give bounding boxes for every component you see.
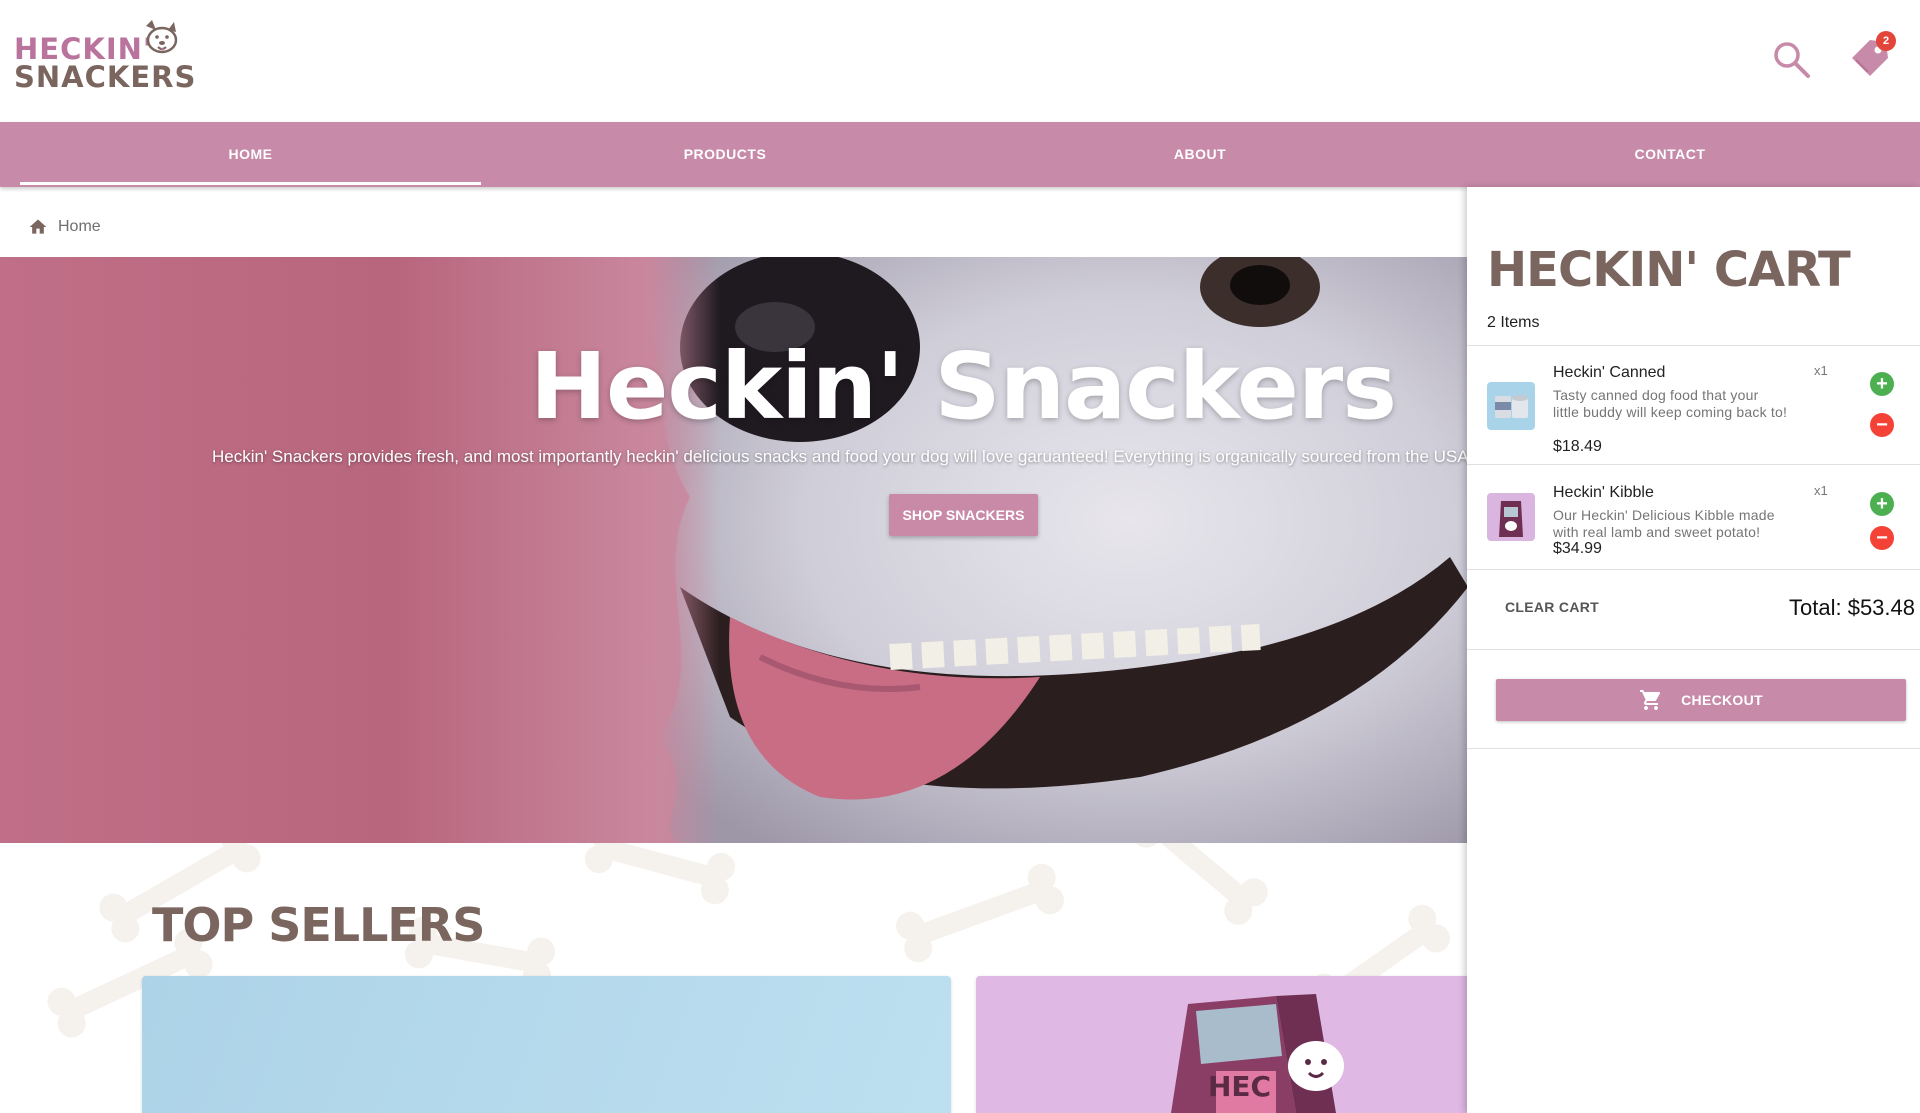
- hero-banner: Heckin' Snackers Heckin' Snackers provid…: [0, 257, 1468, 843]
- checkout-button[interactable]: CHECKOUT: [1496, 679, 1906, 721]
- divider: [1467, 649, 1920, 650]
- top-sellers-heading: TOP SELLERS: [152, 898, 485, 952]
- cart-item-name: Heckin' Canned: [1553, 364, 1666, 381]
- decrease-quantity-button[interactable]: −: [1870, 526, 1894, 550]
- cart-title: HECKIN' CART: [1487, 242, 1851, 298]
- breadcrumb: Home: [28, 214, 101, 240]
- cart-total: Total: $53.48: [1789, 595, 1915, 620]
- cart-item-price: $34.99: [1553, 540, 1602, 557]
- nav-item-about[interactable]: ABOUT: [970, 122, 1430, 187]
- product-card[interactable]: [142, 976, 951, 1113]
- nav-item-products[interactable]: PRODUCTS: [495, 122, 955, 187]
- cart-item-count: 2 Items: [1487, 314, 1540, 331]
- increase-quantity-button[interactable]: +: [1870, 492, 1894, 516]
- kibble-thumbnail: [1487, 493, 1535, 541]
- cart-item-quantity: x1: [1814, 483, 1828, 498]
- nav-label: ABOUT: [1173, 146, 1227, 162]
- increase-quantity-button[interactable]: +: [1870, 372, 1894, 396]
- cart-item-quantity: x1: [1814, 363, 1828, 378]
- cart-item: Heckin' Kibble Our Heckin' Delicious Kib…: [1467, 464, 1920, 569]
- nav-label: PRODUCTS: [683, 146, 767, 162]
- nav-label: HOME: [228, 146, 273, 162]
- cart-item: Heckin' Canned Tasty canned dog food tha…: [1467, 345, 1920, 465]
- svg-text:HEC: HEC: [1208, 1070, 1271, 1103]
- site-logo[interactable]: HECKIN' SNACKERS: [12, 18, 195, 94]
- hero-description: Heckin' Snackers provides fresh, and mos…: [212, 447, 1468, 466]
- active-tab-indicator: [20, 182, 481, 185]
- breadcrumb-home[interactable]: Home: [58, 218, 101, 236]
- cart-drawer: HECKIN' CART 2 Items Heckin' Canned Tast…: [1467, 187, 1920, 1113]
- search-icon[interactable]: [1770, 38, 1814, 82]
- shop-snackers-button[interactable]: SHOP SNACKERS: [889, 494, 1038, 536]
- nav-label: CONTACT: [1634, 146, 1706, 162]
- cart-count-badge: 2: [1876, 31, 1896, 51]
- logo-line-2: SNACKERS: [14, 60, 197, 94]
- cart-item-description: Tasty canned dog food that your little b…: [1553, 387, 1788, 420]
- kibble-bag-image: HEC: [1171, 994, 1344, 1113]
- divider: [1467, 569, 1920, 570]
- clear-cart-button[interactable]: CLEAR CART: [1505, 599, 1599, 615]
- main-nav: HOME PRODUCTS ABOUT CONTACT: [0, 122, 1920, 187]
- hero-title: Heckin' Snackers: [530, 333, 1397, 440]
- cart-item-price: $18.49: [1553, 438, 1602, 455]
- nav-item-contact[interactable]: CONTACT: [1450, 122, 1890, 187]
- decrease-quantity-button[interactable]: −: [1870, 413, 1894, 437]
- home-icon: [29, 219, 47, 234]
- checkout-label: CHECKOUT: [1681, 692, 1763, 708]
- product-card[interactable]: HEC: [976, 976, 1468, 1113]
- cart-item-name: Heckin' Kibble: [1553, 484, 1654, 501]
- nav-item-home[interactable]: HOME: [20, 122, 481, 187]
- canned-food-thumbnail: [1487, 382, 1535, 430]
- shopping-cart-icon: [1640, 690, 1661, 710]
- divider: [1467, 748, 1920, 749]
- dog-logo-icon: [146, 20, 178, 54]
- cart-item-description: Our Heckin' Delicious Kibble made with r…: [1553, 507, 1775, 540]
- site-header: HECKIN' SNACKERS 2: [0, 0, 1920, 122]
